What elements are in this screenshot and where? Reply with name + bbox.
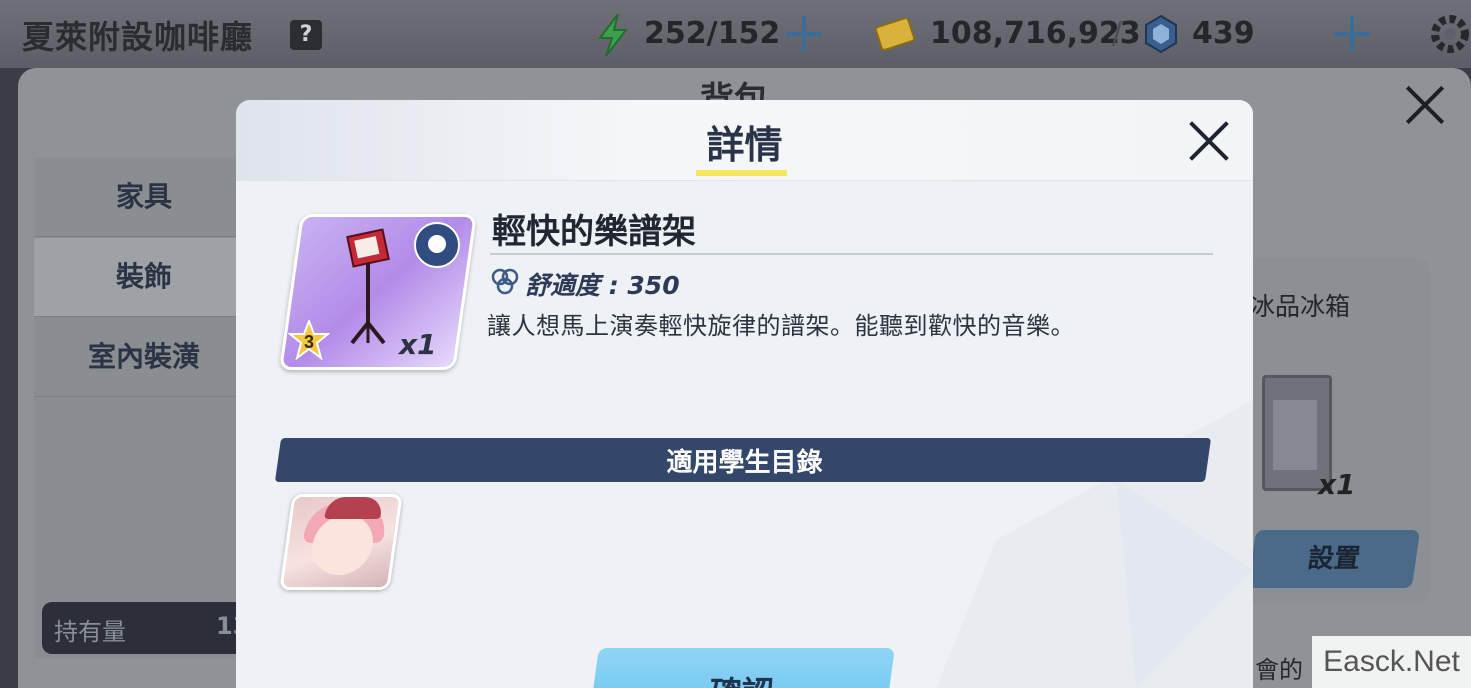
tab-furniture[interactable]: 家具 <box>34 158 254 237</box>
students-header: 適用學生目錄 <box>666 448 823 478</box>
bottom-partial-text: 會的 <box>1255 656 1303 684</box>
portrait-hat <box>324 497 384 519</box>
item-name: 輕快的樂譜架 <box>492 212 696 252</box>
mood-icon <box>414 222 460 268</box>
tab-interior[interactable]: 室內裝潢 <box>34 318 254 397</box>
category-tabs: 家具 裝飾 室內裝潢 <box>34 158 254 658</box>
help-icon[interactable]: ? <box>290 20 322 50</box>
rarity-star-icon: 3 <box>288 320 330 360</box>
place-button[interactable]: 設置 <box>1247 530 1421 588</box>
separator: / <box>1112 16 1123 51</box>
watermark: Easck.Net <box>1312 636 1471 688</box>
tab-decoration[interactable]: 裝飾 <box>34 238 254 317</box>
item-quantity: x1 <box>399 328 437 361</box>
comfort-clover-icon <box>491 268 519 295</box>
top-status-bar: 夏萊附設咖啡廳 ? 252/152 108,716,923 / 439 <box>0 0 1471 68</box>
music-stand-icon <box>346 228 390 345</box>
confirm-button-label: 確認 <box>594 668 890 688</box>
owned-count-box: 持有量 13 <box>42 602 262 654</box>
settings-gear-icon[interactable] <box>1428 12 1471 56</box>
furniture-card-name: 冰品冰箱 <box>1250 292 1351 321</box>
modal-title: 詳情 <box>706 123 783 167</box>
divider <box>490 253 1213 255</box>
owned-label: 持有量 <box>54 618 126 646</box>
item-description: 讓人想馬上演奏輕快旋律的譜架。能聽到歡快的音樂。 <box>487 312 1075 340</box>
modal-close-icon[interactable] <box>1186 118 1232 164</box>
detail-modal: 詳情 3 x1 輕快的樂譜架 舒適度 : 350 讓人想馬上演奏輕快旋律的譜架。… <box>236 100 1253 688</box>
rarity-level: 3 <box>304 332 314 352</box>
title-underline <box>696 170 787 176</box>
bag-close-icon[interactable] <box>1402 82 1448 128</box>
furniture-card-qty: x1 <box>1318 468 1356 501</box>
pyroxene-value: 439 <box>1192 16 1255 51</box>
ap-lightning-icon <box>598 14 629 56</box>
credit-ticket-icon <box>874 18 916 51</box>
comfort-value: 舒適度 : 350 <box>525 271 680 300</box>
add-pyroxene-button[interactable] <box>1332 14 1372 54</box>
add-ap-button[interactable] <box>784 14 824 54</box>
background-pattern <box>236 100 1253 688</box>
ap-value: 252/152 <box>644 16 781 51</box>
student-portrait[interactable] <box>279 494 403 590</box>
credits-value: 108,716,923 <box>930 16 1141 51</box>
cafe-name: 夏萊附設咖啡廳 <box>22 18 254 56</box>
pyroxene-icon <box>1145 14 1177 54</box>
